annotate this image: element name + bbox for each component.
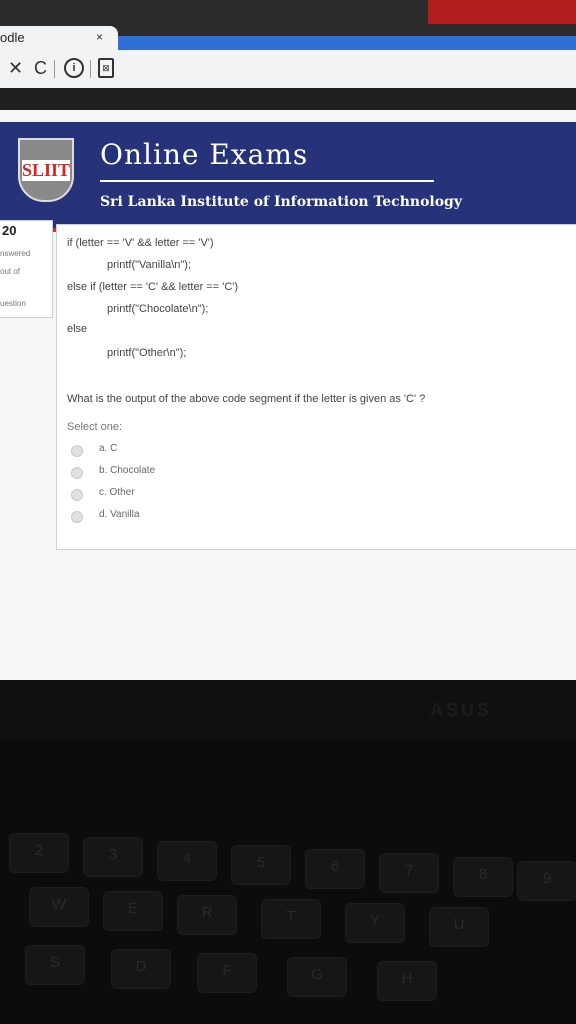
radio-button[interactable] (71, 489, 83, 501)
key-label: 8 (478, 866, 488, 883)
keyboard-key: H (378, 962, 436, 1000)
site-header: SLIIT Online Exams Sri Lanka Institute o… (0, 122, 576, 232)
code-line: printf("Chocolate\n"); (107, 303, 209, 315)
browser-toolbar: ✕ C i ⊠ (0, 50, 576, 88)
laptop-keyboard: 2 3 4 5 6 7 8 9 W E R T Y U S D F G H (0, 740, 576, 1024)
answer-option-a[interactable]: a. C (71, 443, 271, 459)
keyboard-key: S (26, 946, 84, 984)
keyboard-key: F (198, 954, 256, 992)
question-info-block: 20 nswered out of uestion (0, 220, 53, 318)
keyboard-key: 6 (306, 850, 364, 888)
page-icon[interactable]: ⊠ (98, 58, 114, 78)
answer-option-d[interactable]: d. Vanilla (71, 509, 271, 525)
tab-title: odle (0, 30, 25, 45)
toolbar-divider (54, 60, 55, 78)
question-box: if (letter == 'V' && letter == 'V') prin… (56, 224, 576, 550)
answer-option-b[interactable]: b. Chocolate (71, 465, 271, 481)
laptop-bezel: ASUS (0, 680, 576, 740)
option-label: d. Vanilla (99, 509, 140, 520)
key-label: 2 (34, 842, 44, 859)
keyboard-key: 2 (10, 834, 68, 872)
keyboard-key: E (104, 892, 162, 930)
background-red-area (428, 0, 576, 24)
logo-text: SLIIT (22, 160, 71, 181)
page-content: SLIIT Online Exams Sri Lanka Institute o… (0, 110, 576, 680)
code-line: if (letter == 'V' && letter == 'V') (67, 237, 214, 249)
key-label: E (127, 900, 138, 917)
select-one-label: Select one: (67, 421, 123, 433)
stop-icon[interactable]: ✕ (8, 56, 23, 80)
radio-button[interactable] (71, 511, 83, 523)
keyboard-key: 8 (454, 858, 512, 896)
flag-question-link[interactable]: uestion (0, 299, 26, 308)
question-number: 20 (2, 223, 17, 238)
title-divider (100, 180, 434, 182)
key-label: 9 (542, 870, 552, 887)
toolbar-divider (90, 60, 91, 78)
key-label: W (51, 896, 67, 913)
question-text: What is the output of the above code seg… (67, 393, 426, 405)
option-label: b. Chocolate (99, 465, 156, 476)
question-status: nswered (0, 249, 31, 258)
site-subtitle: Sri Lanka Institute of Information Techn… (100, 194, 462, 210)
site-info-icon[interactable]: i (64, 58, 84, 78)
keyboard-key: 7 (380, 854, 438, 892)
option-label: a. C (99, 443, 118, 454)
keyboard-key: 3 (84, 838, 142, 876)
key-label: F (222, 962, 232, 979)
keyboard-key: W (30, 888, 88, 926)
keyboard-key: 5 (232, 846, 290, 884)
reload-icon[interactable]: C (34, 56, 47, 80)
laptop-brand-logo: ASUS (430, 700, 493, 720)
radio-button[interactable] (71, 445, 83, 457)
key-label: 3 (108, 846, 118, 863)
key-label: R (201, 904, 213, 921)
key-label: T (286, 908, 296, 925)
key-label: 4 (182, 850, 192, 867)
key-label: G (311, 966, 323, 983)
key-label: U (453, 916, 465, 933)
code-line: printf("Vanilla\n"); (107, 259, 192, 271)
key-label: Y (369, 912, 380, 929)
radio-button[interactable] (71, 467, 83, 479)
key-label: 7 (404, 862, 414, 879)
code-line: else if (letter == 'C' && letter == 'C') (67, 281, 239, 293)
sliit-logo: SLIIT (18, 138, 74, 202)
window-frame (0, 88, 576, 110)
code-line: else (67, 323, 88, 335)
key-label: S (49, 954, 60, 971)
option-label: c. Other (99, 487, 135, 498)
code-line: printf("Other\n"); (107, 347, 187, 359)
answer-option-c[interactable]: c. Other (71, 487, 271, 503)
keyboard-key: Y (346, 904, 404, 942)
key-label: 5 (256, 854, 266, 871)
keyboard-key: 4 (158, 842, 216, 880)
key-label: D (135, 958, 147, 975)
question-mark-info: out of (0, 267, 21, 276)
keyboard-key: G (288, 958, 346, 996)
keyboard-key: T (262, 900, 320, 938)
site-title: Online Exams (100, 138, 309, 171)
keyboard-key: R (178, 896, 236, 934)
key-label: H (401, 970, 413, 987)
tab-close-icon[interactable]: × (96, 30, 103, 44)
keyboard-key: D (112, 950, 170, 988)
keyboard-key: U (430, 908, 488, 946)
key-label: 6 (330, 858, 340, 875)
keyboard-key: 9 (518, 862, 576, 900)
